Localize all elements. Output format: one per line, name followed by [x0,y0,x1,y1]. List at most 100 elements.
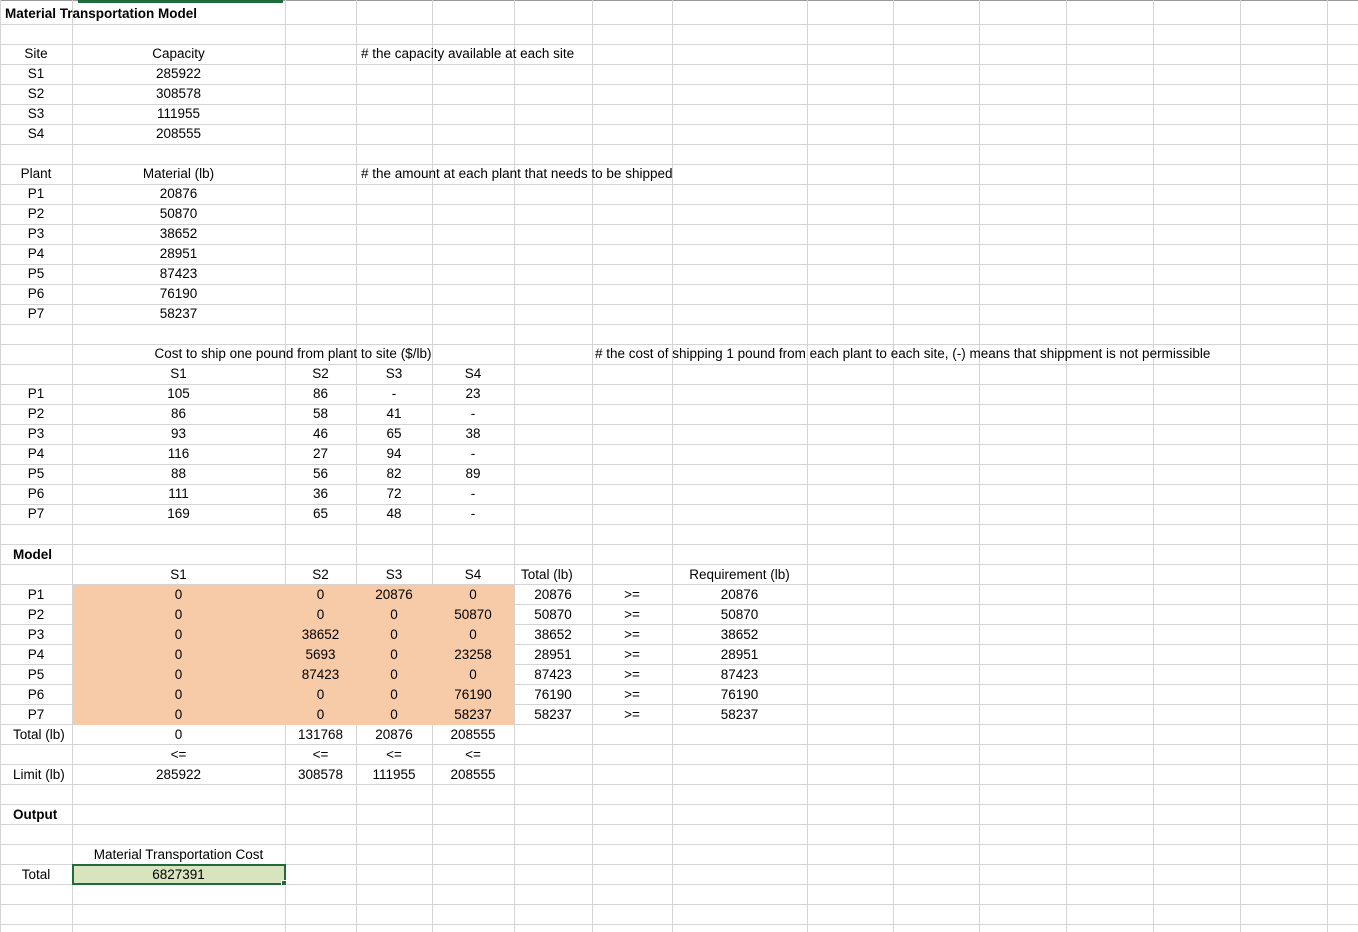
model-row-requirement: 58237 [672,705,807,725]
cost-cell: 105 [72,384,285,404]
cost-cell: 93 [72,424,285,444]
model-row-operator: >= [592,705,672,725]
model-col-header: S3 [356,565,432,585]
decision-cell[interactable]: 0 [72,705,285,725]
model-row-requirement: 38652 [672,625,807,645]
plants-header-value: Material (lb) [72,164,285,184]
cost-cell: - [432,404,514,424]
decision-cell[interactable]: 76190 [432,685,514,705]
decision-cell[interactable]: 0 [72,605,285,625]
plant-material: 50870 [72,204,285,224]
model-column-operator: <= [432,745,514,765]
decision-cell[interactable]: 0 [432,585,514,605]
cost-cell: 56 [285,464,356,484]
cost-cell: 72 [356,484,432,504]
model-row-label: P6 [0,685,72,705]
decision-cell[interactable]: 0 [72,625,285,645]
cost-cell: 82 [356,464,432,484]
cost-cell: 48 [356,504,432,524]
cost-cell: 38 [432,424,514,444]
decision-cell[interactable]: 58237 [432,705,514,725]
model-column-limit: 111955 [356,765,432,785]
cost-cell: 65 [285,504,356,524]
plants-comment: # the amount at each plant that needs to… [358,164,858,184]
decision-cell[interactable]: 0 [432,625,514,645]
model-row-total: 38652 [514,625,592,645]
site-name: S1 [0,64,72,84]
model-row-operator: >= [592,685,672,705]
plant-name: P4 [0,244,72,264]
model-row-total: 50870 [514,605,592,625]
model-col-header: S2 [285,565,356,585]
model-row-label: P4 [0,645,72,665]
cost-col-header: S2 [285,364,356,384]
cost-row-label: P6 [0,484,72,504]
plant-material: 58237 [72,304,285,324]
output-total-value[interactable]: 6827391 [72,865,285,885]
decision-cell[interactable]: 23258 [432,645,514,665]
model-row-requirement: 87423 [672,665,807,685]
decision-cell[interactable]: 87423 [285,665,356,685]
model-row-total: 87423 [514,665,592,685]
site-capacity: 111955 [72,104,285,124]
decision-cell[interactable]: 0 [432,665,514,685]
cost-cell: 36 [285,484,356,504]
decision-cell[interactable]: 20876 [356,585,432,605]
model-row-label: P1 [0,585,72,605]
model-row-total: 58237 [514,705,592,725]
decision-cell[interactable]: 0 [356,705,432,725]
model-column-total: 208555 [432,725,514,745]
decision-cell[interactable]: 0 [356,665,432,685]
cost-col-header: S1 [72,364,285,384]
decision-cell[interactable]: 50870 [432,605,514,625]
model-row-requirement: 20876 [672,585,807,605]
cost-cell: - [432,504,514,524]
spreadsheet-canvas[interactable]: Material Transportation Model Site Capac… [0,0,1358,932]
model-row-operator: >= [592,585,672,605]
decision-cell[interactable]: 0 [356,605,432,625]
page-title: Material Transportation Model [2,4,262,24]
decision-cell[interactable]: 0 [72,585,285,605]
decision-cell[interactable]: 0 [285,685,356,705]
decision-cell[interactable]: 0 [72,645,285,665]
cost-row-label: P2 [0,404,72,424]
plant-name: P2 [0,204,72,224]
fill-handle[interactable] [281,880,287,886]
decision-cell[interactable]: 0 [356,685,432,705]
model-row-label: P3 [0,625,72,645]
model-col-header: S4 [432,565,514,585]
site-name: S2 [0,84,72,104]
decision-cell[interactable]: 0 [356,625,432,645]
decision-cell[interactable]: 5693 [285,645,356,665]
decision-cell[interactable]: 0 [285,605,356,625]
decision-cell[interactable]: 0 [72,685,285,705]
selection-top-edge [78,0,283,3]
model-requirement-header: Requirement (lb) [672,565,807,585]
model-row-total: 28951 [514,645,592,665]
model-column-total: 0 [72,725,285,745]
model-column-limit: 308578 [285,765,356,785]
decision-cell[interactable]: 0 [72,665,285,685]
model-column-total: 20876 [356,725,432,745]
model-column-total: 131768 [285,725,356,745]
model-limit-label: Limit (lb) [10,765,80,785]
decision-cell[interactable]: 0 [285,585,356,605]
model-row-operator: >= [592,665,672,685]
output-total-label: Total [0,865,72,885]
model-total-header: Total (lb) [518,565,592,585]
cost-matrix-comment: # the cost of shipping 1 pound from each… [592,344,1332,364]
decision-cell[interactable]: 0 [285,705,356,725]
cost-row-label: P7 [0,504,72,524]
model-col-header: S1 [72,565,285,585]
cost-row-label: P5 [0,464,72,484]
decision-cell[interactable]: 38652 [285,625,356,645]
model-row-label: P2 [0,605,72,625]
decision-cell[interactable]: 0 [356,645,432,665]
cost-cell: 89 [432,464,514,484]
sites-header-label: Site [0,44,72,64]
plant-material: 38652 [72,224,285,244]
cost-cell: 65 [356,424,432,444]
model-column-operator: <= [356,745,432,765]
model-section-title: Model [10,545,130,565]
plant-name: P5 [0,264,72,284]
